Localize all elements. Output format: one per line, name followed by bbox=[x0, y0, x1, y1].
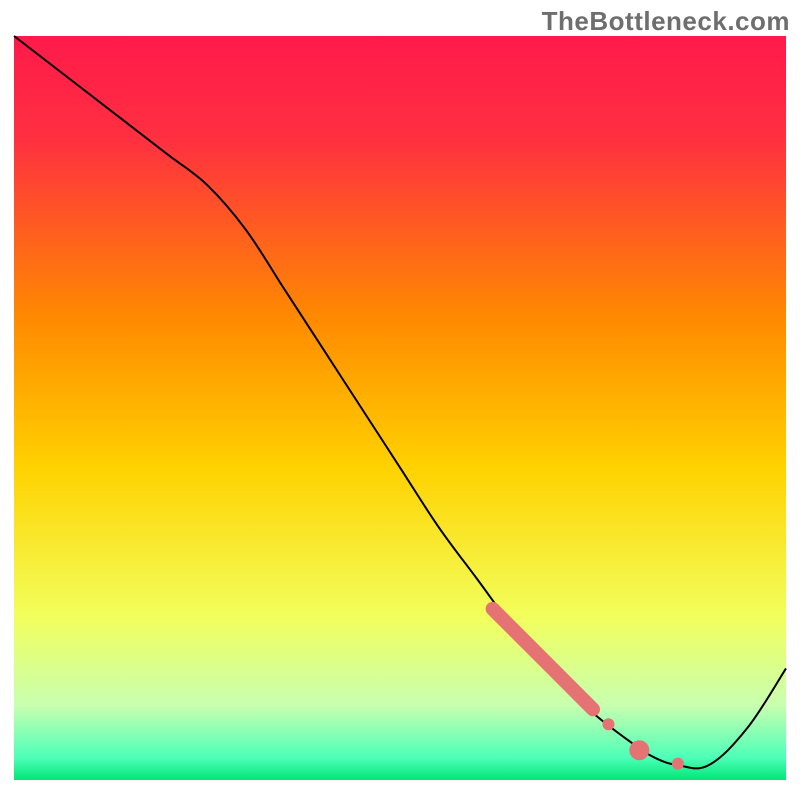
marker-dot-a bbox=[602, 718, 614, 730]
marker-dot-b bbox=[629, 740, 649, 760]
chart-svg bbox=[0, 0, 800, 800]
marker-dot-c bbox=[672, 758, 684, 770]
chart-container: TheBottleneck.com bbox=[0, 0, 800, 800]
watermark-text: TheBottleneck.com bbox=[542, 6, 790, 37]
plot-background bbox=[14, 36, 786, 780]
